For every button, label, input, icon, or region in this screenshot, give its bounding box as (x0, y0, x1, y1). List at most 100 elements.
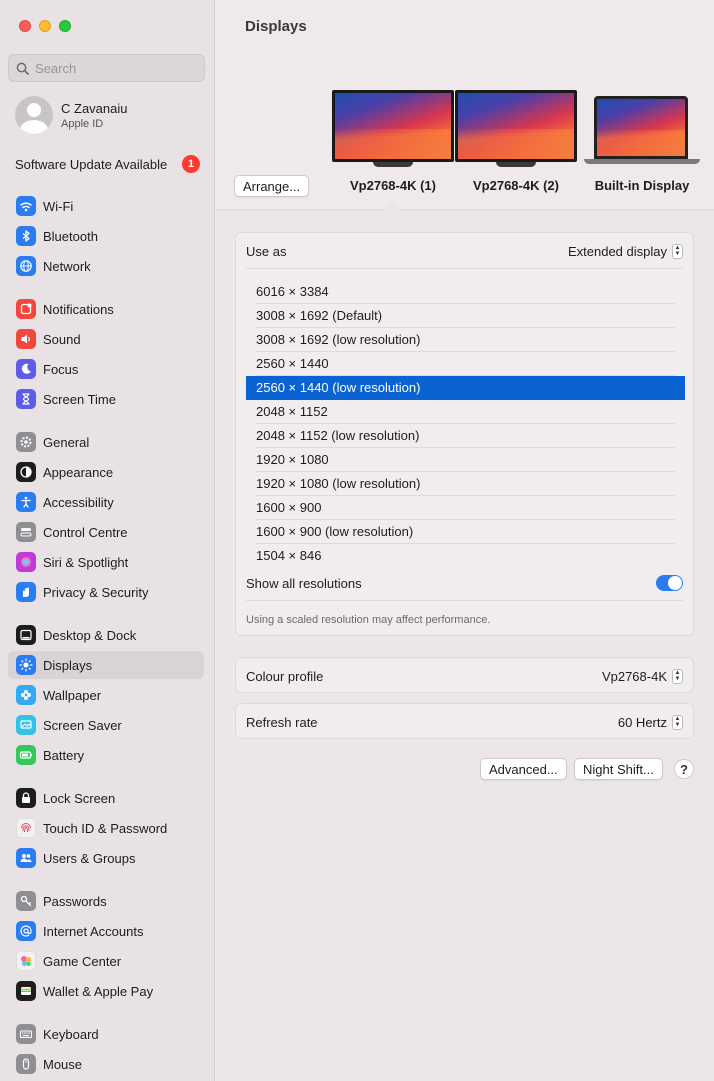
resolution-option[interactable]: 1600 × 900 (246, 496, 685, 520)
sidebar-item-privacy-security[interactable]: Privacy & Security (8, 578, 204, 606)
resolution-option[interactable]: 2048 × 1152 (low resolution) (246, 424, 685, 448)
sidebar-item-passwords[interactable]: Passwords (8, 887, 204, 915)
sidebar-item-focus[interactable]: Focus (8, 355, 204, 383)
use-as-popup[interactable]: Extended display ▲ ▼ (567, 243, 683, 259)
sidebar-item-internet-accounts[interactable]: Internet Accounts (8, 917, 204, 945)
resolution-option[interactable]: 1600 × 900 (low resolution) (246, 520, 685, 544)
help-button[interactable]: ? (674, 759, 694, 779)
resolution-option[interactable]: 1504 × 846 (246, 544, 685, 568)
resolution-option[interactable]: 2048 × 1152 (246, 400, 685, 424)
search-field[interactable] (8, 54, 205, 82)
display-label-2[interactable]: Vp2768-4K (2) (455, 178, 577, 193)
resolution-option[interactable]: 6016 × 3384 (246, 280, 685, 304)
moon-icon (16, 359, 36, 379)
sidebar-item-sound[interactable]: Sound (8, 325, 204, 353)
zoom-window-button[interactable] (59, 20, 71, 32)
sidebar-item-general[interactable]: General (8, 428, 204, 456)
update-count-badge: 1 (182, 155, 200, 173)
sidebar-item-label: Screen Time (43, 391, 116, 407)
game-center-icon (16, 951, 36, 971)
sidebar-item-accessibility[interactable]: Accessibility (8, 488, 204, 516)
resolution-option[interactable]: 1920 × 1080 (246, 448, 685, 472)
sidebar-item-wallpaper[interactable]: Wallpaper (8, 681, 204, 709)
sidebar-item-users-groups[interactable]: Users & Groups (8, 844, 204, 872)
use-as-label: Use as (246, 243, 287, 259)
sidebar-item-label: Wallet & Apple Pay (43, 983, 154, 999)
sidebar-item-game-center[interactable]: Game Center (8, 947, 204, 975)
sidebar-item-keyboard[interactable]: Keyboard (8, 1020, 204, 1048)
sidebar-item-control-centre[interactable]: Control Centre (8, 518, 204, 546)
sidebar-item-label: Network (43, 258, 91, 274)
dock-icon (16, 625, 36, 645)
sidebar-item-label: Battery (43, 747, 85, 763)
sidebar-item-touch-id-password[interactable]: Touch ID & Password (8, 814, 204, 842)
refresh-rate-popup[interactable]: 60 Hertz ▲ ▼ (618, 714, 683, 730)
bluetooth-icon (16, 226, 36, 246)
gear-icon (16, 432, 36, 452)
lock-icon (16, 788, 36, 808)
wallet-icon (16, 981, 36, 1001)
resolution-option[interactable]: 3008 × 1692 (Default) (246, 304, 685, 328)
keyboard-icon (16, 1024, 36, 1044)
sidebar-item-label: Wi-Fi (43, 198, 74, 214)
sidebar-item-wallet-apple-pay[interactable]: Wallet & Apple Pay (8, 977, 204, 1005)
sidebar-item-label: Screen Saver (43, 717, 122, 733)
search-input[interactable] (35, 60, 195, 76)
bell-icon (16, 299, 36, 319)
software-update-item[interactable]: Software Update Available 1 (15, 155, 200, 173)
sidebar-item-notifications[interactable]: Notifications (8, 295, 204, 323)
sidebar-item-label: Appearance (43, 464, 114, 480)
resolution-option[interactable]: 2560 × 1440 (246, 352, 685, 376)
resolution-option[interactable]: 3008 × 1692 (low resolution) (246, 328, 685, 352)
colour-profile-popup[interactable]: Vp2768-4K ▲ ▼ (602, 668, 683, 684)
sidebar-item-label: Internet Accounts (43, 923, 144, 939)
show-all-label: Show all resolutions (246, 575, 362, 591)
window-controls (19, 20, 71, 32)
performance-note: Using a scaled resolution may affect per… (246, 614, 491, 626)
sidebar-item-screen-saver[interactable]: Screen Saver (8, 711, 204, 739)
key-icon (16, 891, 36, 911)
sidebar-item-label: Lock Screen (43, 790, 116, 806)
display-label-builtin[interactable]: Built-in Display (582, 178, 702, 193)
popup-stepper-icon: ▲ ▼ (672, 668, 683, 684)
flower-icon (16, 685, 36, 705)
display-thumbnail-1[interactable] (332, 90, 454, 168)
sidebar-item-bluetooth[interactable]: Bluetooth (8, 222, 204, 250)
use-as-value: Extended display (567, 243, 667, 259)
fingerprint-icon (16, 818, 36, 838)
resolution-list[interactable]: 6016 × 3384 3008 × 1692 (Default) 3008 × 1… (246, 280, 685, 568)
search-icon (16, 62, 29, 75)
colour-profile-panel: Colour profile Vp2768-4K ▲ ▼ (235, 657, 694, 693)
software-update-label: Software Update Available (15, 156, 168, 172)
minimize-window-button[interactable] (39, 20, 51, 32)
resolution-option[interactable]: 2560 × 1440 (low resolution) (246, 376, 685, 400)
sidebar-item-displays[interactable]: Displays (8, 651, 204, 679)
sidebar-item-network[interactable]: Network (8, 252, 204, 280)
resolution-option[interactable]: 1920 × 1080 (low resolution) (246, 472, 685, 496)
display-thumbnail-2[interactable] (455, 90, 577, 168)
display-thumbnail-builtin[interactable] (584, 96, 700, 166)
refresh-rate-label: Refresh rate (246, 714, 318, 730)
sidebar: C Zavanaiu Apple ID Software Update Avai… (0, 0, 215, 1081)
show-all-toggle[interactable] (656, 575, 683, 591)
sidebar-item-wi-fi[interactable]: Wi-Fi (8, 192, 204, 220)
arrange-button[interactable]: Arrange... (234, 175, 310, 197)
sidebar-item-label: Wallpaper (43, 687, 102, 703)
sidebar-item-label: Users & Groups (43, 850, 136, 866)
advanced-button[interactable]: Advanced... (480, 758, 567, 780)
sidebar-item-desktop-dock[interactable]: Desktop & Dock (8, 621, 204, 649)
sidebar-item-lock-screen[interactable]: Lock Screen (8, 784, 204, 812)
screen-saver-icon (16, 715, 36, 735)
display-label-1[interactable]: Vp2768-4K (1) (332, 178, 454, 193)
sidebar-item-battery[interactable]: Battery (8, 741, 204, 769)
night-shift-button[interactable]: Night Shift... (574, 758, 663, 780)
close-window-button[interactable] (19, 20, 31, 32)
resolution-panel: Use as Extended display ▲ ▼ 6016 × 3384 30… (235, 232, 694, 636)
sidebar-item-screen-time[interactable]: Screen Time (8, 385, 204, 413)
sidebar-item-siri-spotlight[interactable]: Siri & Spotlight (8, 548, 204, 576)
sidebar-item-appearance[interactable]: Appearance (8, 458, 204, 486)
hand-icon (16, 582, 36, 602)
sidebar-item-mouse[interactable]: Mouse (8, 1050, 204, 1078)
mouse-icon (16, 1054, 36, 1074)
apple-id-profile[interactable]: C Zavanaiu Apple ID (15, 96, 127, 134)
